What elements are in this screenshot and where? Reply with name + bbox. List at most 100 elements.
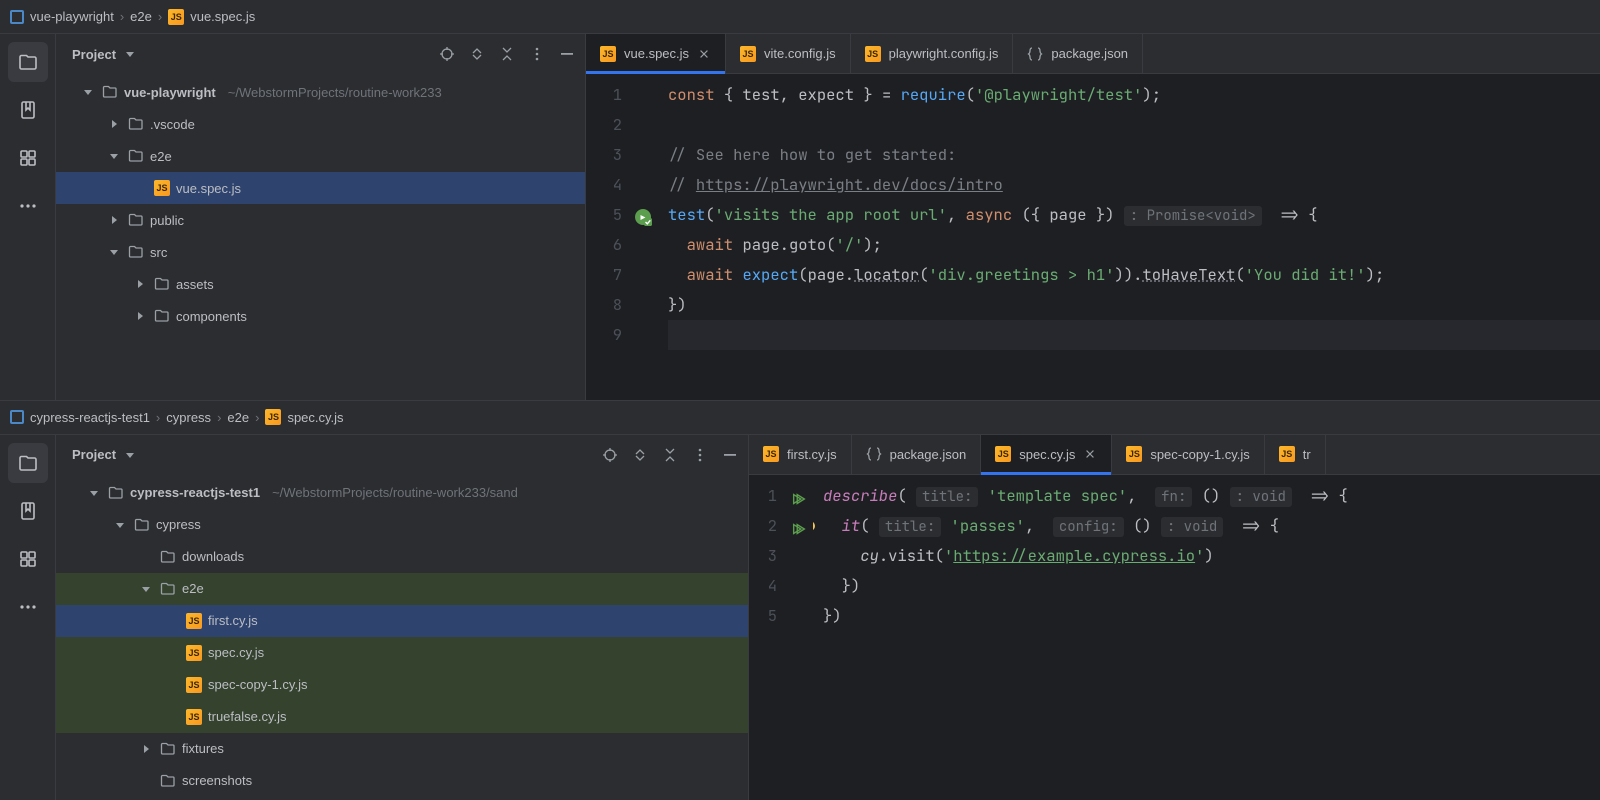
expand-all-icon[interactable] bbox=[469, 46, 485, 62]
editor-tab[interactable]: package.json bbox=[852, 435, 982, 474]
chevron-down-icon bbox=[80, 84, 96, 100]
tree-item[interactable]: public bbox=[56, 204, 585, 236]
tree-item[interactable]: downloads bbox=[56, 541, 748, 573]
tree-item[interactable]: fixtures bbox=[56, 733, 748, 765]
editor-tab[interactable]: JSvite.config.js bbox=[726, 34, 851, 73]
project-dropdown[interactable]: Project bbox=[72, 46, 138, 62]
editor-tab[interactable]: JS spec-copy-1.cy.js bbox=[1112, 435, 1264, 474]
folder-icon bbox=[160, 741, 176, 757]
close-icon[interactable] bbox=[1083, 447, 1097, 461]
tree-item[interactable]: JSspec.cy.js bbox=[56, 637, 748, 669]
tree-item[interactable]: cypress-reactjs-test1~/WebstormProjects/… bbox=[56, 477, 748, 509]
js-file-icon: JS bbox=[740, 46, 756, 62]
tree-item[interactable]: src bbox=[56, 236, 585, 268]
close-icon[interactable] bbox=[697, 47, 711, 61]
tree-item[interactable]: JSvue.spec.js bbox=[56, 172, 585, 204]
chevron-right-icon: › bbox=[120, 9, 124, 24]
gutter[interactable]: 12345 bbox=[749, 475, 813, 800]
tree-item[interactable]: JStruefalse.cy.js bbox=[56, 701, 748, 733]
project-tree[interactable]: vue-playwright~/WebstormProjects/routine… bbox=[56, 74, 585, 400]
hide-panel-icon[interactable] bbox=[559, 46, 575, 62]
intention-bulb-icon[interactable] bbox=[813, 516, 819, 546]
breadcrumb-item[interactable]: vue-playwright bbox=[30, 9, 114, 24]
chevron-down-icon bbox=[106, 148, 122, 164]
gutter[interactable]: 123456789 bbox=[586, 74, 658, 400]
js-file-icon: JS bbox=[1279, 446, 1295, 462]
activity-bar bbox=[0, 34, 56, 400]
editor-tab[interactable]: JSfirst.cy.js bbox=[749, 435, 852, 474]
folder-icon bbox=[160, 773, 176, 789]
tree-item-label: e2e bbox=[182, 581, 204, 596]
code-editor[interactable]: describe( title: 'template spec', fn: ()… bbox=[813, 475, 1600, 800]
project-dropdown[interactable]: Project bbox=[72, 447, 138, 463]
collapse-all-icon[interactable] bbox=[499, 46, 515, 62]
tree-item[interactable]: screenshots bbox=[56, 765, 748, 797]
js-file-icon: JS bbox=[600, 46, 616, 62]
tree-item[interactable]: e2e bbox=[56, 573, 748, 605]
run-test-icon[interactable] bbox=[789, 487, 807, 505]
js-file-icon: JS bbox=[186, 645, 202, 661]
editor-tab[interactable]: package.json bbox=[1013, 34, 1143, 73]
tree-item[interactable]: JSspec-copy-1.cy.js bbox=[56, 669, 748, 701]
breadcrumb-item[interactable]: e2e bbox=[130, 9, 152, 24]
tree-item[interactable]: assets bbox=[56, 268, 585, 300]
bookmarks-tool-button[interactable] bbox=[8, 90, 48, 130]
expand-all-icon[interactable] bbox=[632, 447, 648, 463]
tree-item[interactable]: vue-playwright~/WebstormProjects/routine… bbox=[56, 76, 585, 108]
js-file-icon: JS bbox=[265, 409, 281, 425]
tab-label: spec-copy-1.cy.js bbox=[1150, 447, 1249, 462]
js-file-icon: JS bbox=[1126, 446, 1142, 462]
editor-tab[interactable]: JStr bbox=[1265, 435, 1326, 474]
js-file-icon: JS bbox=[186, 613, 202, 629]
folder-icon bbox=[134, 517, 150, 533]
tree-item[interactable]: components bbox=[56, 300, 585, 332]
run-test-icon[interactable] bbox=[789, 517, 807, 535]
tree-item-label: .vscode bbox=[150, 117, 195, 132]
editor-tab[interactable]: JSvue.spec.js bbox=[586, 34, 726, 73]
options-icon[interactable] bbox=[692, 447, 708, 463]
options-icon[interactable] bbox=[529, 46, 545, 62]
breadcrumb-item[interactable]: cypress bbox=[166, 410, 211, 425]
tree-item-label: assets bbox=[176, 277, 214, 292]
breadcrumb-item[interactable]: cypress-reactjs-test1 bbox=[30, 410, 150, 425]
js-file-icon: JS bbox=[763, 446, 779, 462]
js-file-icon: JS bbox=[154, 180, 170, 196]
project-panel: Project vue-playwright~/WebstormProjects… bbox=[56, 34, 586, 400]
more-tool-button[interactable] bbox=[8, 587, 48, 627]
structure-tool-button[interactable] bbox=[8, 138, 48, 178]
breadcrumb-item[interactable]: e2e bbox=[227, 410, 249, 425]
folder-icon bbox=[160, 549, 176, 565]
hide-panel-icon[interactable] bbox=[722, 447, 738, 463]
tree-item[interactable]: .vscode bbox=[56, 108, 585, 140]
editor-tab[interactable]: JSspec.cy.js bbox=[981, 435, 1112, 474]
folder-icon bbox=[102, 84, 118, 100]
chevron-right-icon: › bbox=[156, 410, 160, 425]
project-tool-button[interactable] bbox=[8, 443, 48, 483]
project-tool-button[interactable] bbox=[8, 42, 48, 82]
tab-label: package.json bbox=[890, 447, 967, 462]
project-tree[interactable]: cypress-reactjs-test1~/WebstormProjects/… bbox=[56, 475, 748, 800]
editor-tab[interactable]: JSplaywright.config.js bbox=[851, 34, 1014, 73]
js-file-icon: JS bbox=[168, 9, 184, 25]
structure-tool-button[interactable] bbox=[8, 539, 48, 579]
breadcrumb-item[interactable]: JS spec.cy.js bbox=[265, 409, 343, 425]
chevron-right-icon bbox=[106, 116, 122, 132]
chevron-down-icon bbox=[106, 244, 122, 260]
tree-item[interactable]: JSfirst.cy.js bbox=[56, 605, 748, 637]
tree-item-label: vue-playwright bbox=[124, 85, 216, 100]
editor-tabs: JSvue.spec.jsJSvite.config.jsJSplaywrigh… bbox=[586, 34, 1600, 74]
more-tool-button[interactable] bbox=[8, 186, 48, 226]
editor-tabs: JSfirst.cy.js package.json JSspec.cy.js JS s… bbox=[749, 435, 1600, 475]
collapse-all-icon[interactable] bbox=[662, 447, 678, 463]
code-editor[interactable]: const { test, expect } = require('@playw… bbox=[658, 74, 1600, 400]
tree-item[interactable]: e2e bbox=[56, 140, 585, 172]
chevron-right-icon bbox=[132, 308, 148, 324]
locate-icon[interactable] bbox=[439, 46, 455, 62]
bookmarks-tool-button[interactable] bbox=[8, 491, 48, 531]
tree-item-label: fixtures bbox=[182, 741, 224, 756]
run-test-icon[interactable] bbox=[634, 206, 652, 224]
locate-icon[interactable] bbox=[602, 447, 618, 463]
breadcrumb-item[interactable]: JS vue.spec.js bbox=[168, 9, 255, 25]
tree-item[interactable]: cypress bbox=[56, 509, 748, 541]
chevron-right-icon bbox=[106, 212, 122, 228]
